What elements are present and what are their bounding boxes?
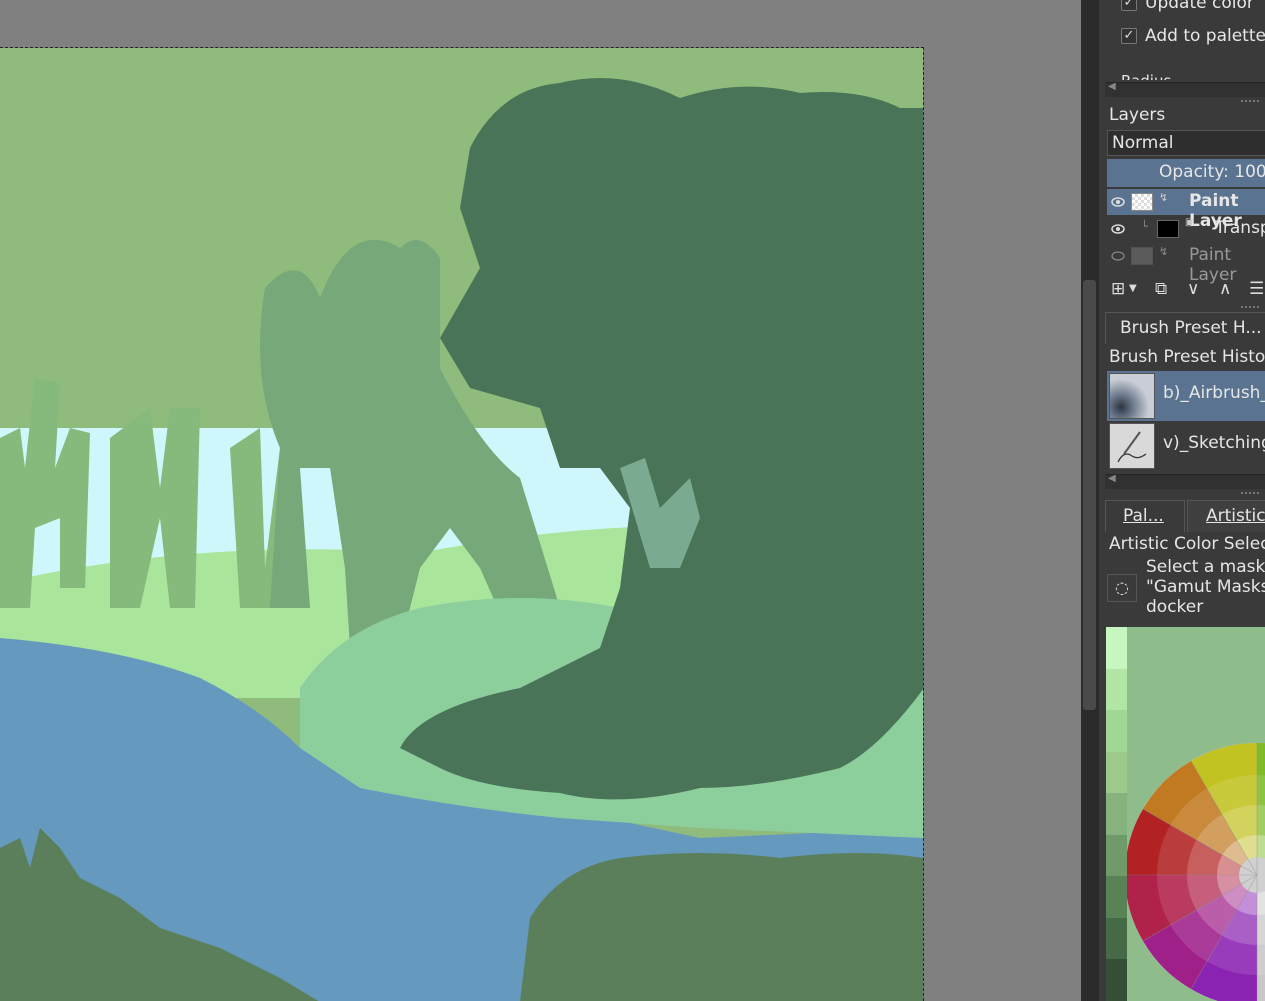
layers-title: Layers xyxy=(1109,105,1166,125)
value-swatch[interactable] xyxy=(1106,627,1127,669)
horizontal-scrollbar[interactable]: ◀ xyxy=(1105,81,1265,97)
artistic-color-wheel-area[interactable] xyxy=(1127,627,1265,1001)
paint-layer-icon: ↯ xyxy=(1159,245,1169,258)
tab-palette[interactable]: Pal... xyxy=(1105,500,1185,532)
layer-row[interactable]: ↯ Paint Layer xyxy=(1107,189,1265,231)
blend-mode-select[interactable]: Normal xyxy=(1107,130,1265,156)
radius-label: Radius xyxy=(1121,70,1171,80)
update-color-option[interactable]: ✓ Update color xyxy=(1121,0,1254,13)
docker-grip[interactable] xyxy=(1241,306,1259,311)
layer-thumbnail xyxy=(1131,247,1153,265)
value-swatch[interactable] xyxy=(1106,751,1127,794)
value-swatch[interactable] xyxy=(1106,793,1127,835)
tab-palette-label: Pal... xyxy=(1123,506,1164,526)
paint-layer-icon: ↯ xyxy=(1159,191,1169,204)
value-swatch[interactable] xyxy=(1106,834,1127,877)
value-swatch[interactable] xyxy=(1106,876,1127,918)
foreground-bush-right xyxy=(520,853,923,1001)
tab-artistic-label: Artistic xyxy=(1206,506,1265,526)
scroll-left-icon[interactable]: ◀ xyxy=(1108,81,1116,92)
tab-brush-preset-history[interactable]: Brush Preset H... xyxy=(1105,312,1265,344)
eye-closed-icon[interactable] xyxy=(1111,249,1125,263)
brush-preset-item[interactable]: v)_Sketching xyxy=(1107,421,1265,471)
gamut-msg-line: docker xyxy=(1146,597,1204,617)
gamut-msg-line: "Gamut Masks" xyxy=(1146,577,1265,597)
add-to-palette-label: Add to palette xyxy=(1145,26,1265,46)
move-down-icon[interactable]: ∨ xyxy=(1187,279,1199,299)
layers-toolbar: ⊞ ▼ ⧉ ∨ ∧ ☰ xyxy=(1107,279,1265,301)
transparency-mask-icon: ▣ xyxy=(1185,217,1195,228)
duplicate-icon[interactable]: ⧉ xyxy=(1155,279,1167,299)
value-swatch[interactable] xyxy=(1106,668,1127,711)
value-ramp[interactable] xyxy=(1106,627,1127,1001)
value-swatch[interactable] xyxy=(1106,710,1127,752)
painting-canvas[interactable] xyxy=(0,47,924,1001)
layer-name: Transparency xyxy=(1215,218,1265,238)
layer-row[interactable]: └ ▣ Transparency xyxy=(1107,216,1265,242)
update-color-label: Update color xyxy=(1145,0,1254,13)
docker-grip[interactable] xyxy=(1241,100,1259,105)
brush-history-title: Brush Preset History xyxy=(1109,347,1265,367)
add-layer-icon[interactable]: ⊞ xyxy=(1111,279,1125,299)
color-wheel[interactable] xyxy=(1127,627,1265,1001)
value-swatch[interactable] xyxy=(1106,917,1127,960)
add-to-palette-option[interactable]: ✓ Add to palette xyxy=(1121,26,1265,46)
docker-grip[interactable] xyxy=(1241,492,1259,497)
layer-row[interactable]: ↯ Paint Layer xyxy=(1107,243,1265,285)
sketching-preset-icon xyxy=(1109,423,1155,469)
layer-thumbnail xyxy=(1131,193,1153,211)
add-to-palette-checkbox[interactable]: ✓ xyxy=(1121,28,1137,44)
mask-thumbnail xyxy=(1157,220,1179,238)
value-swatch[interactable] xyxy=(1106,959,1127,1001)
forest-painting xyxy=(0,48,923,1001)
dropdown-icon[interactable]: ▼ xyxy=(1129,283,1137,294)
opacity-slider[interactable]: Opacity: 100 xyxy=(1107,159,1265,187)
gamut-msg-line: Select a mask xyxy=(1146,557,1265,577)
brush-preset-name: b)_Airbrush_ xyxy=(1163,383,1265,403)
horizontal-scrollbar[interactable]: ◀ xyxy=(1105,473,1265,489)
airbrush-preset-icon xyxy=(1109,373,1155,419)
gamut-mask-icon[interactable]: ◌ xyxy=(1107,574,1137,602)
properties-icon[interactable]: ☰ xyxy=(1249,279,1264,299)
gamut-mask-message: Select a mask "Gamut Masks" docker xyxy=(1146,557,1265,617)
move-up-icon[interactable]: ∧ xyxy=(1219,279,1231,299)
tab-artistic[interactable]: Artistic xyxy=(1187,500,1265,532)
brush-preset-item[interactable]: b)_Airbrush_ xyxy=(1107,371,1265,421)
eye-icon[interactable] xyxy=(1111,222,1125,236)
brush-preset-name: v)_Sketching xyxy=(1163,433,1265,453)
scroll-left-icon[interactable]: ◀ xyxy=(1108,473,1116,484)
vertical-scrollbar-thumb[interactable] xyxy=(1083,280,1096,710)
child-connector-icon: └ xyxy=(1141,220,1148,233)
artistic-selector-title: Artistic Color Selector xyxy=(1109,534,1265,554)
eye-icon[interactable] xyxy=(1111,195,1125,209)
update-color-checkbox[interactable]: ✓ xyxy=(1121,0,1137,11)
